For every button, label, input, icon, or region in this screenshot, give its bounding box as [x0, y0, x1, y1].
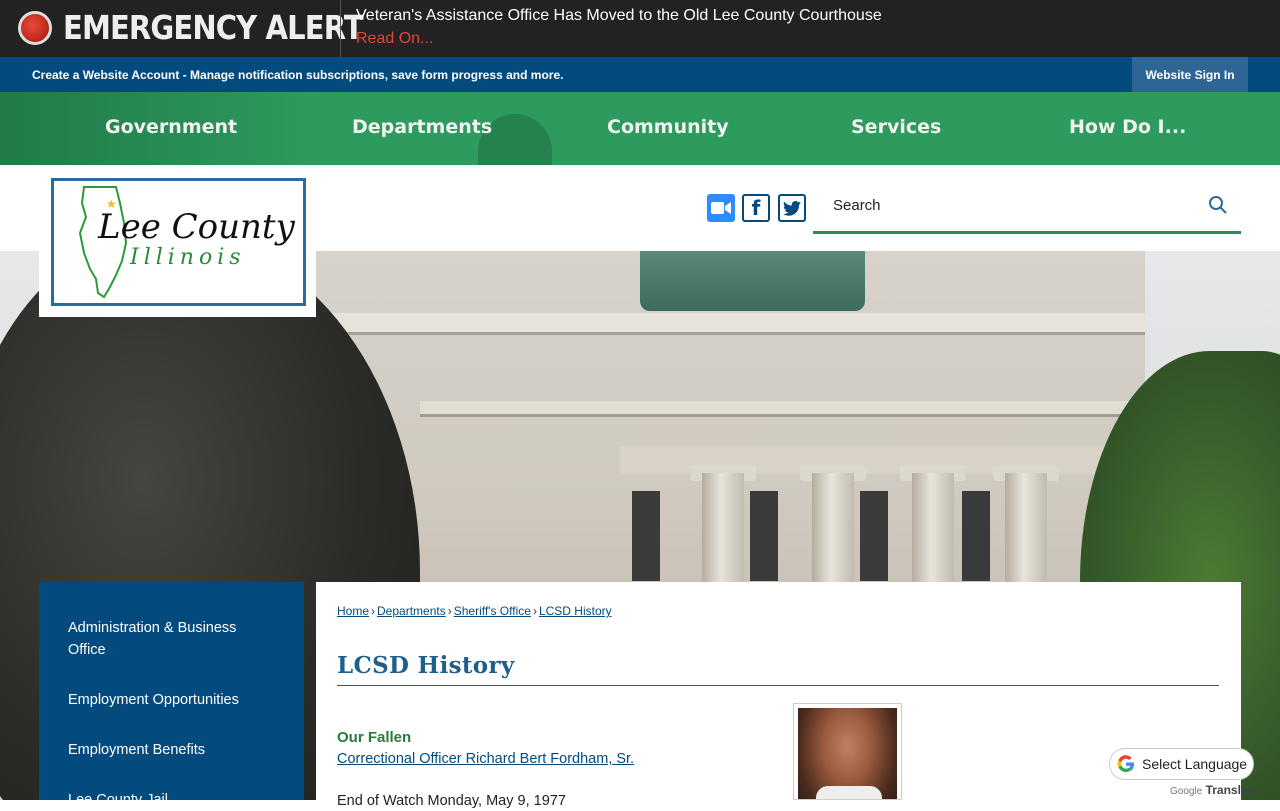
nav-item-government[interactable]: Government [105, 116, 237, 138]
google-g-icon [1117, 755, 1134, 773]
courthouse-cornice [315, 313, 1145, 335]
search-bar [813, 180, 1241, 234]
breadcrumb-home[interactable]: Home [337, 604, 369, 618]
create-account-link[interactable]: Create a Website Account [32, 68, 179, 82]
page-title: LCSD History [337, 652, 515, 679]
logo-subtitle: Illinois [130, 245, 246, 270]
courthouse-cornice-lower [420, 401, 1145, 417]
google-wordmark: Google [1170, 786, 1203, 797]
breadcrumb-sheriffs-office[interactable]: Sheriff's Office [454, 604, 531, 618]
search-icon[interactable] [1208, 195, 1230, 217]
search-input[interactable] [813, 180, 1193, 231]
fallen-officer-link[interactable]: Correctional Officer Richard Bert Fordha… [337, 751, 634, 767]
breadcrumb-separator: › [371, 604, 376, 618]
officer-portrait [798, 708, 897, 799]
alert-indicator-icon [18, 11, 52, 45]
sidebar-item-employment-benefits[interactable]: Employment Benefits [68, 739, 268, 761]
sidebar-item-administration[interactable]: Administration & Business Office [68, 617, 268, 661]
twitter-icon[interactable] [778, 194, 806, 222]
breadcrumb-lcsd-history[interactable]: LCSD History [539, 604, 612, 618]
emergency-alert-bar: EMERGENCY ALERT Veteran's Assistance Off… [0, 0, 1280, 57]
portrait-shirt [816, 786, 882, 799]
sidebar-nav: Administration & Business Office Employm… [39, 582, 304, 808]
courthouse-dome [640, 251, 865, 311]
nav-item-services[interactable]: Services [851, 116, 941, 138]
alert-title: EMERGENCY ALERT [63, 8, 364, 47]
alert-message[interactable]: Veteran's Assistance Office Has Moved to… [356, 7, 882, 25]
powered-by-google-translate: Google Translate [1170, 783, 1258, 797]
zoom-icon[interactable] [707, 194, 735, 222]
main-nav: Government Departments Community Service… [0, 92, 1280, 174]
courthouse-window [632, 491, 660, 581]
courthouse-window [750, 491, 778, 581]
account-bar: Create a Website Account - Manage notifi… [0, 57, 1280, 92]
breadcrumb: Home › Departments › Sheriff's Office › LCSD H… [337, 604, 612, 618]
sidebar-item-lee-county-jail[interactable]: Lee County Jail [68, 789, 268, 811]
end-of-watch-text: End of Watch Monday, May 9, 1977 [337, 793, 566, 809]
alert-divider [340, 0, 341, 57]
website-sign-in-button[interactable]: Website Sign In [1132, 57, 1248, 92]
courthouse-window [860, 491, 888, 581]
account-message: Create a Website Account - Manage notifi… [32, 68, 563, 82]
breadcrumb-departments[interactable]: Departments [377, 604, 446, 618]
officer-photo [793, 703, 902, 800]
select-language-dropdown[interactable]: Select Language [1109, 748, 1254, 780]
fallen-heading: Our Fallen [337, 729, 412, 746]
breadcrumb-separator: › [532, 604, 537, 618]
courthouse-window [962, 491, 990, 581]
breadcrumb-separator: › [447, 604, 452, 618]
nav-item-departments[interactable]: Departments [352, 116, 492, 138]
translate-wordmark: Translate [1205, 783, 1259, 797]
select-language-label: Select Language [1142, 756, 1248, 772]
title-divider [337, 685, 1219, 686]
alert-read-on-link[interactable]: Read On... [356, 30, 433, 48]
main-content: Home › Departments › Sheriff's Office › LCSD H… [316, 582, 1241, 809]
account-description: - Manage notification subscriptions, sav… [179, 68, 564, 82]
logo-frame: ★ Lee County Illinois [51, 178, 306, 306]
nav-item-how-do-i[interactable]: How Do I... [1069, 116, 1186, 138]
site-logo[interactable]: ★ Lee County Illinois [39, 165, 316, 317]
nav-item-community[interactable]: Community [607, 116, 729, 138]
logo-title: Lee County [98, 207, 295, 247]
sidebar-item-employment-opportunities[interactable]: Employment Opportunities [68, 689, 268, 711]
facebook-icon[interactable]: f [742, 194, 770, 222]
